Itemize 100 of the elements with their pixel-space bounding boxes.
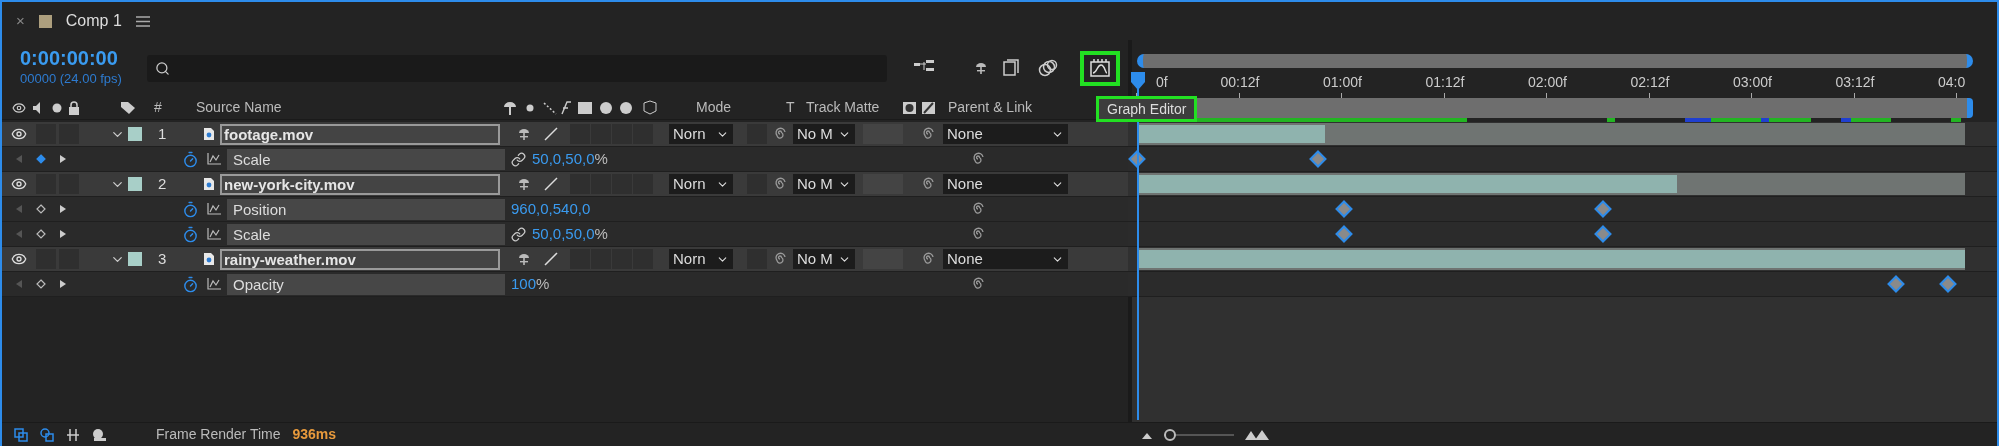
- playhead-icon[interactable]: [1131, 72, 1145, 90]
- zoom-in-icon[interactable]: [1244, 429, 1270, 440]
- tooltip: Graph Editor: [1096, 96, 1198, 122]
- layer-name-field[interactable]: rainy-weather.mov: [220, 248, 500, 270]
- column-header[interactable]: Parent & Link: [948, 97, 1033, 118]
- zoom-slider[interactable]: [1164, 428, 1234, 441]
- keyframe-navigator-icon[interactable]: [36, 279, 46, 289]
- stopwatch-icon[interactable]: [182, 150, 199, 168]
- shy-icon[interactable]: [974, 61, 988, 75]
- shy-icon[interactable]: [517, 127, 531, 141]
- pick-whip-icon[interactable]: [921, 127, 935, 141]
- column-header[interactable]: Source Name: [196, 97, 502, 118]
- close-tab-icon[interactable]: ×: [16, 9, 25, 33]
- ruler-label: 00:12f: [1220, 73, 1260, 92]
- graph-icon[interactable]: [207, 153, 221, 165]
- keyframe-icon[interactable]: [1335, 200, 1353, 218]
- column-header[interactable]: Track Matte: [806, 97, 902, 118]
- property-name: Scale: [227, 223, 505, 245]
- ruler-label: 01:12f: [1425, 73, 1465, 92]
- zoom-slider-thumb[interactable]: [1164, 428, 1176, 441]
- label-tag-icon: [120, 100, 136, 115]
- quality-slash-icon[interactable]: [544, 127, 558, 141]
- quality-slash-icon[interactable]: [544, 177, 558, 191]
- track-matte-dropdown[interactable]: No M: [793, 124, 855, 144]
- keyframe-icon[interactable]: [1335, 225, 1353, 243]
- matte-pick-whip-icon[interactable]: [773, 252, 787, 266]
- search-icon[interactable]: [155, 60, 170, 76]
- visibility-icon[interactable]: [11, 126, 27, 142]
- property-value[interactable]: 50,0,50,0%: [532, 147, 608, 171]
- layer-label-swatch[interactable]: [128, 177, 142, 191]
- graph-icon[interactable]: [207, 228, 221, 240]
- column-header[interactable]: #: [154, 97, 194, 118]
- track-matte-dropdown[interactable]: No M: [793, 249, 855, 269]
- graph-icon[interactable]: [207, 203, 221, 215]
- graph-editor-button[interactable]: [1080, 50, 1120, 86]
- layer-name-field[interactable]: new-york-city.mov: [220, 173, 500, 195]
- layer-label-swatch[interactable]: [128, 127, 142, 141]
- parent-dropdown[interactable]: None: [943, 249, 1068, 269]
- footage-file-icon: [203, 127, 215, 141]
- tab-title[interactable]: Comp 1: [65, 9, 122, 33]
- mode-dropdown[interactable]: Norn: [669, 124, 733, 144]
- blend-modes-icon[interactable]: [40, 427, 54, 442]
- mode-dropdown[interactable]: Norn: [669, 174, 733, 194]
- next-keyframe-icon[interactable]: [59, 229, 67, 239]
- shy-icon[interactable]: [517, 177, 531, 191]
- motion-blur-icon[interactable]: [1038, 59, 1058, 77]
- property-value[interactable]: 960,0,540,0: [511, 197, 591, 221]
- search-field[interactable]: [147, 54, 887, 82]
- in-out-icon[interactable]: [66, 427, 80, 442]
- layer-label-swatch[interactable]: [128, 252, 142, 266]
- keyframe-icon[interactable]: [1593, 200, 1612, 218]
- column-header[interactable]: T: [786, 97, 806, 118]
- stopwatch-icon[interactable]: [182, 275, 199, 293]
- stopwatch-icon[interactable]: [182, 225, 199, 243]
- keyframe-icon[interactable]: [1593, 225, 1612, 243]
- pick-whip-icon[interactable]: [971, 202, 985, 216]
- graph-editor-icon[interactable]: [1089, 58, 1111, 78]
- keyframe-navigator-icon[interactable]: [36, 229, 46, 239]
- constrain-proportions-icon[interactable]: [511, 226, 526, 242]
- property-value[interactable]: 100%: [511, 272, 550, 296]
- matte-pick-whip-icon[interactable]: [773, 127, 787, 141]
- frame-blending-icon[interactable]: [1002, 59, 1020, 77]
- pick-whip-icon[interactable]: [971, 152, 985, 166]
- pick-whip-icon[interactable]: [921, 252, 935, 266]
- render-time-icon[interactable]: [92, 427, 108, 442]
- visibility-icon[interactable]: [11, 176, 27, 192]
- menu-icon[interactable]: [135, 15, 150, 27]
- parent-dropdown[interactable]: None: [943, 124, 1068, 144]
- quality-slash-icon[interactable]: [544, 252, 558, 266]
- parent-dropdown[interactable]: None: [943, 174, 1068, 194]
- keyframe-icon[interactable]: [1887, 275, 1906, 293]
- footage-file-icon: [203, 177, 215, 191]
- column-header[interactable]: Mode: [696, 97, 786, 118]
- stopwatch-icon[interactable]: [182, 200, 199, 218]
- current-time[interactable]: 0:00:00:00: [20, 47, 147, 70]
- keyframe-navigator-icon[interactable]: [36, 204, 46, 214]
- property-name: Opacity: [227, 273, 505, 295]
- property-value[interactable]: 50,0,50,0%: [532, 222, 608, 246]
- shy-icon[interactable]: [517, 252, 531, 266]
- composition-swatch-icon: [38, 14, 52, 28]
- pick-whip-icon[interactable]: [921, 177, 935, 191]
- layer-name-field[interactable]: footage.mov: [220, 123, 500, 145]
- comp-mini-flowchart-icon[interactable]: [14, 427, 28, 442]
- graph-icon[interactable]: [207, 278, 221, 290]
- next-keyframe-icon[interactable]: [59, 204, 67, 214]
- property-name: Position: [227, 198, 505, 220]
- constrain-proportions-icon[interactable]: [511, 151, 526, 167]
- matte-pick-whip-icon[interactable]: [773, 177, 787, 191]
- pick-whip-icon[interactable]: [971, 227, 985, 241]
- keyframe-navigator-icon[interactable]: [36, 154, 46, 164]
- keyframe-icon[interactable]: [1309, 150, 1328, 168]
- ruler-label: 0f: [1156, 73, 1168, 92]
- property-name: Scale: [227, 148, 505, 170]
- visibility-icon[interactable]: [11, 251, 27, 267]
- mode-dropdown[interactable]: Norn: [669, 249, 733, 269]
- next-keyframe-icon[interactable]: [59, 279, 67, 289]
- keyframe-icon[interactable]: [1938, 275, 1957, 293]
- pick-whip-icon[interactable]: [971, 277, 985, 291]
- track-matte-dropdown[interactable]: No M: [793, 174, 855, 194]
- next-keyframe-icon[interactable]: [59, 154, 67, 164]
